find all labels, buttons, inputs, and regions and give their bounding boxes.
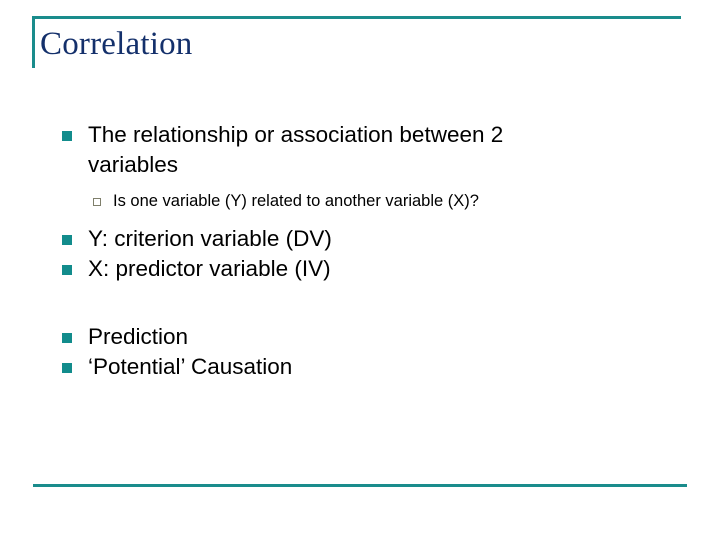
bullet-item-3: X: predictor variable (IV) bbox=[0, 254, 720, 284]
bullet-item-5: ‘Potential’ Causation bbox=[0, 352, 720, 382]
sub-bullet-item-1: Is one variable (Y) related to another v… bbox=[0, 190, 720, 212]
bullet-text: X: predictor variable (IV) bbox=[88, 256, 331, 281]
bullet-text: Prediction bbox=[88, 324, 189, 349]
title-left-rule bbox=[32, 16, 35, 68]
bullet-item-2: Y: criterion variable (DV) bbox=[0, 224, 720, 254]
bullet-text: ‘Potential’ Causation bbox=[88, 354, 293, 379]
bullet-text: Y: criterion variable (DV) bbox=[88, 226, 332, 251]
filled-square-bullet-icon bbox=[62, 131, 72, 141]
hollow-square-bullet-icon bbox=[93, 198, 101, 206]
filled-square-bullet-icon bbox=[62, 235, 72, 245]
page-title: Correlation bbox=[40, 26, 193, 62]
bullet-item-4: Prediction bbox=[0, 322, 720, 352]
filled-square-bullet-icon bbox=[62, 333, 72, 343]
title-top-rule bbox=[32, 16, 681, 19]
filled-square-bullet-icon bbox=[62, 265, 72, 275]
slide-body: The relationship or association between … bbox=[0, 120, 720, 382]
bullet-text: The relationship or association between … bbox=[88, 122, 504, 177]
footer-rule bbox=[33, 484, 687, 487]
slide-canvas: Correlation The relationship or associat… bbox=[0, 0, 720, 540]
sub-bullet-text: Is one variable (Y) related to another v… bbox=[113, 192, 479, 210]
bullet-item-1: The relationship or association between … bbox=[0, 120, 720, 180]
filled-square-bullet-icon bbox=[62, 363, 72, 373]
